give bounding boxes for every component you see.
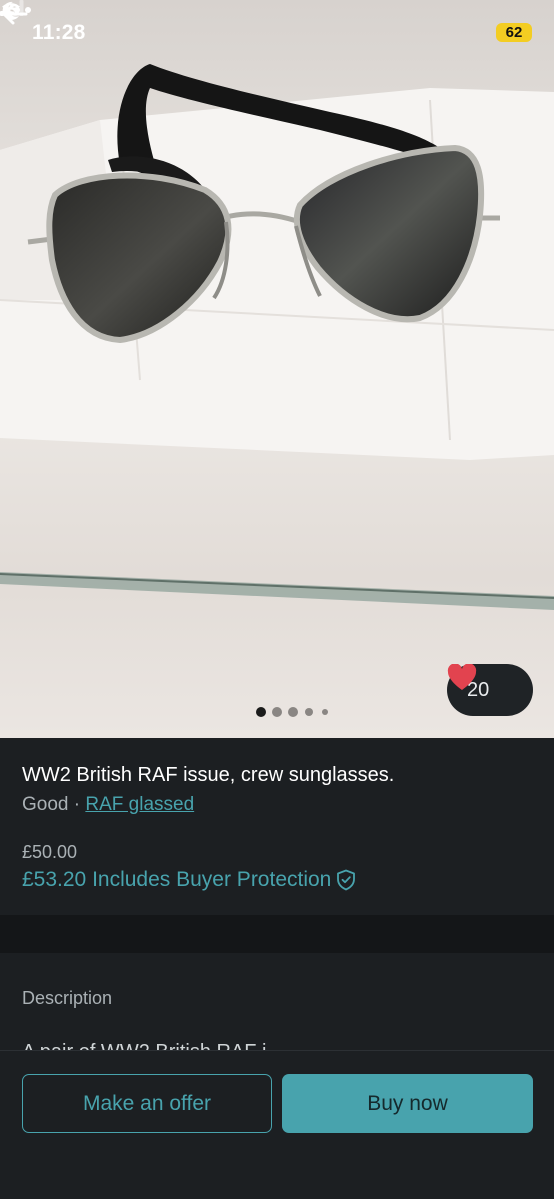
make-offer-button[interactable]: Make an offer	[22, 1074, 272, 1133]
photo-pagination	[254, 705, 334, 719]
pagination-dot	[288, 707, 298, 717]
item-price: £50.00	[22, 842, 78, 862]
battery-indicator: 62	[496, 23, 532, 42]
pagination-dot-active	[256, 707, 266, 717]
brand-link[interactable]: RAF glassed	[85, 794, 194, 815]
pagination-dot	[305, 708, 313, 716]
product-photo[interactable]: 11:28 62 20	[0, 0, 554, 738]
shield-check-icon	[337, 869, 356, 891]
product-photo-image	[0, 64, 554, 610]
favorite-button[interactable]: 20	[447, 664, 533, 716]
condition-label: Good	[22, 794, 69, 815]
buy-now-button[interactable]: Buy now	[282, 1074, 533, 1133]
item-meta: Good · RAF glassed	[22, 794, 194, 816]
buyer-protection-price[interactable]: £53.20 Includes Buyer Protection	[22, 868, 356, 892]
pagination-dot	[272, 707, 282, 717]
listing-page: 11:28 62 20 WW2 British RAF issue, crew …	[0, 0, 554, 1199]
status-time: 11:28	[32, 21, 86, 44]
more-options-icon[interactable]	[0, 0, 34, 20]
action-bar: Make an offer Buy now	[0, 1050, 554, 1199]
pagination-dot	[322, 709, 328, 715]
status-bar: 11:28 62	[0, 0, 554, 66]
listing-info: WW2 British RAF issue, crew sunglasses. …	[0, 738, 554, 915]
heart-icon	[447, 664, 477, 690]
buyer-protection-label: £53.20 Includes Buyer Protection	[22, 868, 332, 891]
item-title: WW2 British RAF issue, crew sunglasses.	[22, 764, 395, 786]
section-divider	[0, 915, 554, 953]
meta-separator: ·	[73, 794, 81, 815]
description-heading: Description	[22, 988, 113, 1008]
